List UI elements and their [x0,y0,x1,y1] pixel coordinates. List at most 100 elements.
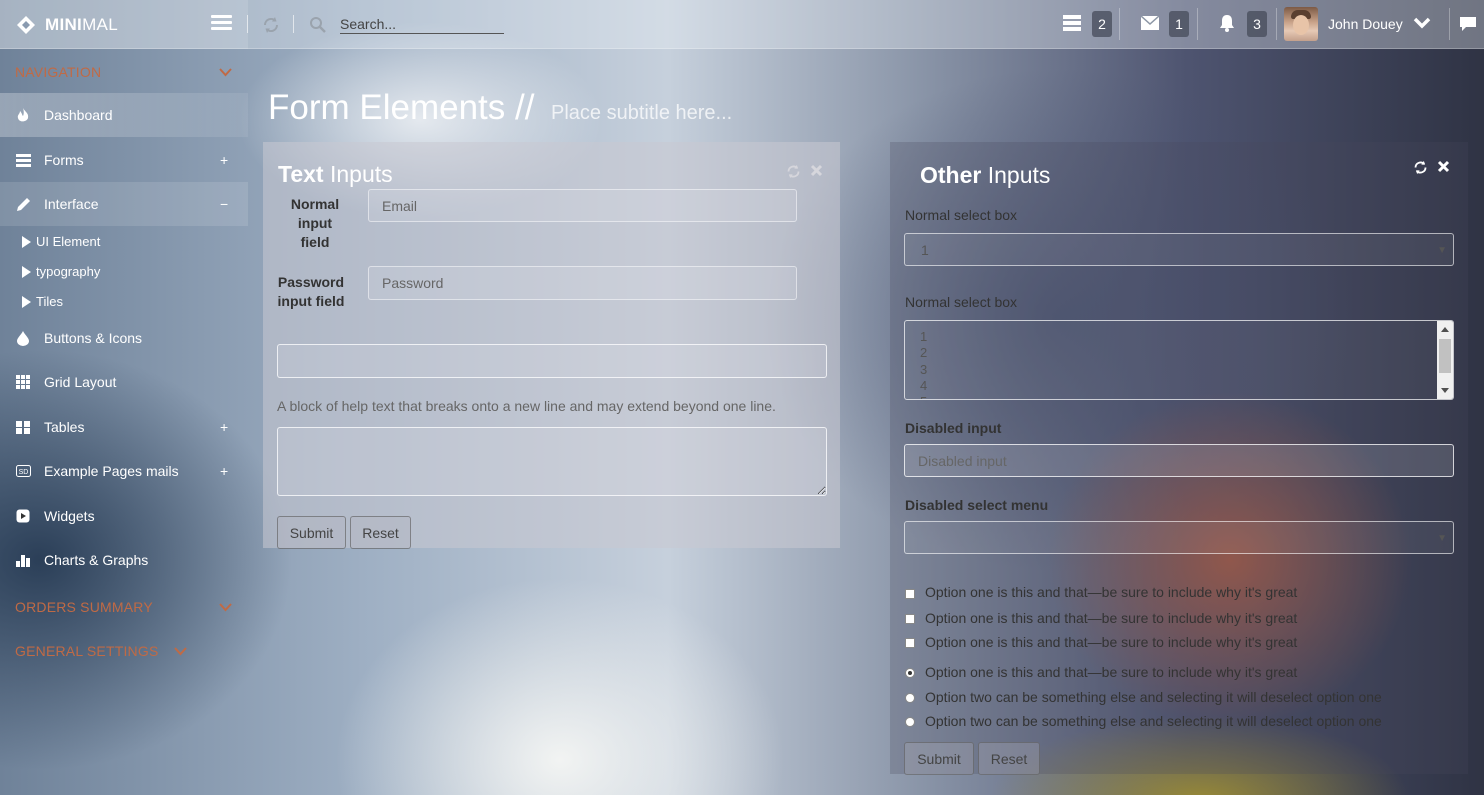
general-settings-section-header[interactable]: GENERAL SETTINGS [15,643,159,659]
sidebar-item-tables[interactable]: Tables + [0,405,248,449]
sidebar-subitem-typography[interactable]: typography [22,264,100,279]
list-option[interactable]: 5 [920,394,927,399]
divider [1276,8,1277,40]
list-option[interactable]: 2 [920,345,927,360]
radio-label[interactable]: Option two can be something else and sel… [925,713,1382,729]
search-input[interactable] [340,14,504,34]
sidebar: NAVIGATION Dashboard Forms + Interface −… [0,49,248,795]
close-icon[interactable] [1437,160,1450,173]
expand-toggle[interactable]: + [220,152,228,168]
tasks-icon[interactable] [1063,15,1081,31]
chevron-down-icon[interactable] [219,603,232,612]
sidebar-item-forms[interactable]: Forms + [0,138,248,182]
scrollbar-thumb[interactable] [1439,339,1451,373]
refresh-icon[interactable] [262,16,280,34]
text-field[interactable] [277,344,827,378]
envelope-icon[interactable] [1141,16,1159,30]
checkbox-label[interactable]: Option one is this and that—be sure to i… [925,610,1297,626]
close-icon[interactable] [810,164,823,177]
sidebar-item-label: Widgets [44,508,95,524]
user-name[interactable]: John Douey [1328,16,1403,32]
radio-button[interactable] [905,693,915,703]
orders-summary-title: ORDERS SUMMARY [15,599,153,615]
scroll-up-icon[interactable] [1441,327,1449,332]
chevron-down-icon[interactable] [219,68,232,77]
list-option[interactable]: 4 [920,378,927,393]
sidebar-item-charts-graphs[interactable]: Charts & Graphs [0,538,248,582]
panel-tools [1413,160,1450,175]
normal-select[interactable]: 1 ▼ [904,233,1454,266]
collapse-toggle[interactable]: − [220,196,228,212]
multi-select-list[interactable]: 1 2 3 4 5 [904,320,1454,400]
submit-button[interactable]: Submit [277,516,346,549]
page-title: Form Elements // [268,88,535,127]
sidebar-item-example-pages[interactable]: SD Example Pages mails + [0,449,248,493]
password-input-label: Password input field [277,274,345,309]
pencil-icon [15,196,31,212]
search-icon[interactable] [309,16,327,34]
divider [293,15,294,33]
checkbox[interactable] [905,589,915,599]
panel-tools [786,164,823,179]
chevron-down-icon[interactable] [174,647,187,656]
navigation-section-header[interactable]: NAVIGATION [15,64,101,80]
help-text: A block of help text that breaks onto a … [277,398,776,414]
textarea-field[interactable] [277,427,827,496]
list-option[interactable]: 3 [920,362,927,377]
select-value: 1 [921,242,929,258]
disabled-select: ▼ [904,521,1454,554]
panel-title: Other Inputs [920,162,1050,189]
checkbox-label[interactable]: Option one is this and that—be sure to i… [925,634,1297,650]
subitem-label: typography [36,264,101,279]
checkbox[interactable] [905,614,915,624]
normal-input-label: Normal input field [290,196,340,250]
general-settings-title: GENERAL SETTINGS [15,643,159,659]
bell-icon[interactable] [1219,14,1235,32]
sidebar-item-label: Example Pages mails [44,463,179,479]
sidebar-item-label: Forms [44,152,84,168]
sidebar-item-dashboard[interactable]: Dashboard [0,93,248,137]
sidebar-subitem-tiles[interactable]: Tiles [22,294,63,309]
reset-button[interactable]: Reset [350,516,411,549]
sidebar-item-buttons-icons[interactable]: Buttons & Icons [0,316,248,360]
radio-label[interactable]: Option two can be something else and sel… [925,689,1382,705]
list-icon [15,152,31,168]
divider [1197,8,1198,40]
scrollbar[interactable] [1437,321,1453,399]
sidebar-item-grid-layout[interactable]: Grid Layout [0,360,248,404]
expand-toggle[interactable]: + [220,419,228,435]
orders-summary-section-header[interactable]: ORDERS SUMMARY [15,599,153,615]
sidebar-item-widgets[interactable]: Widgets [0,494,248,538]
select-box-label: Normal select box [905,207,1018,223]
radio-button[interactable] [905,668,915,678]
sidebar-subitem-ui-element[interactable]: UI Element [22,234,100,249]
bar-chart-icon [15,552,31,568]
avatar[interactable] [1284,7,1318,41]
reset-button[interactable]: Reset [978,742,1040,775]
radio-label[interactable]: Option one is this and that—be sure to i… [925,664,1297,680]
sidebar-item-label: Interface [44,196,99,212]
password-field[interactable] [368,266,797,300]
chevron-down-icon[interactable] [1413,17,1431,29]
scroll-down-icon[interactable] [1441,388,1449,393]
chat-icon[interactable] [1460,17,1476,32]
navigation-title: NAVIGATION [15,64,102,80]
sidebar-item-label: Grid Layout [44,374,117,390]
tasks-count-badge: 2 [1092,11,1112,37]
menu-toggle-icon[interactable] [211,15,232,33]
submit-button[interactable]: Submit [904,742,974,775]
divider [1449,8,1450,40]
refresh-icon[interactable] [786,164,801,179]
expand-toggle[interactable]: + [220,463,228,479]
list-option[interactable]: 1 [920,329,927,344]
checkbox[interactable] [905,638,915,648]
multi-select-label: Normal select box [905,294,1018,310]
divider [1119,8,1120,40]
refresh-icon[interactable] [1413,160,1428,175]
sidebar-item-interface[interactable]: Interface − [0,182,248,226]
email-field[interactable] [368,189,797,222]
radio-button[interactable] [905,717,915,727]
drop-icon [15,330,31,346]
panel-title-bold: Text [278,161,324,187]
checkbox-label[interactable]: Option one is this and that—be sure to i… [925,584,1297,600]
